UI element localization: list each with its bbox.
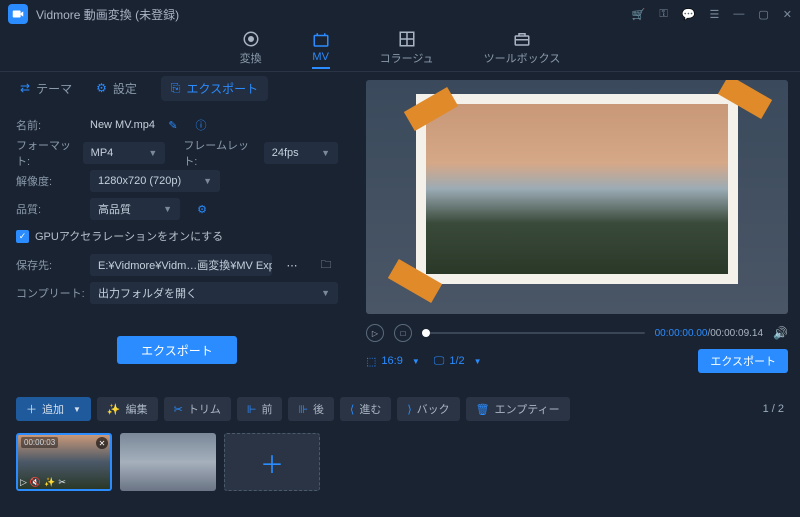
format-label: フォーマット: bbox=[16, 137, 83, 169]
clip-remove-icon[interactable]: ✕ bbox=[96, 437, 108, 449]
tab-collage[interactable]: コラージュ bbox=[380, 30, 434, 70]
name-label: 名前: bbox=[16, 117, 90, 133]
resolution-label: 解像度: bbox=[16, 173, 90, 189]
quality-select[interactable]: 高品質▼ bbox=[90, 198, 180, 220]
tab-mv[interactable]: MV bbox=[312, 31, 330, 69]
quality-label: 品質: bbox=[16, 201, 90, 217]
info-icon[interactable]: ⓘ bbox=[191, 115, 211, 135]
subtab-settings[interactable]: ⚙設定 bbox=[96, 80, 137, 97]
menu-icon[interactable]: ☰ bbox=[710, 8, 720, 21]
minimize-button[interactable]: — bbox=[733, 8, 744, 21]
clip-mute-icon[interactable]: 🔇 bbox=[30, 477, 41, 488]
name-value: New MV.mp4 bbox=[90, 119, 155, 131]
clip-cut-icon[interactable]: ✂ bbox=[58, 477, 66, 488]
add-clip-button[interactable]: ＋ bbox=[224, 433, 320, 491]
complete-label: コンプリート: bbox=[16, 285, 90, 301]
tab-toolbox-label: ツールボックス bbox=[484, 50, 561, 66]
framerate-label: フレームレット: bbox=[183, 137, 253, 169]
close-button[interactable]: ✕ bbox=[783, 8, 792, 21]
format-select[interactable]: MP4▼ bbox=[83, 142, 166, 164]
chat-icon[interactable]: 💬 bbox=[682, 8, 696, 21]
page-indicator: 1 / 2 bbox=[763, 403, 784, 415]
complete-select[interactable]: 出力フォルダを開く▼ bbox=[90, 282, 338, 304]
quality-settings-icon[interactable]: ⚙ bbox=[192, 199, 212, 219]
key-icon[interactable]: ⚿ bbox=[659, 8, 667, 21]
subtab-export[interactable]: ⎘エクスポート bbox=[161, 76, 268, 101]
cart-icon[interactable]: 🛒 bbox=[632, 8, 646, 21]
time-display: 00:00:00.00/00:00:09.14 bbox=[655, 328, 763, 339]
save-path-label: 保存先: bbox=[16, 257, 90, 273]
add-button[interactable]: ＋追加▼ bbox=[16, 397, 91, 421]
after-button[interactable]: ⊪後 bbox=[288, 397, 334, 421]
aspect-ratio-select[interactable]: ⬚16:9▼ bbox=[366, 355, 420, 368]
clip-duration-label: 00:00:03 bbox=[21, 437, 58, 448]
browse-path-button[interactable]: ⋯ bbox=[278, 259, 308, 272]
back-button[interactable]: ⟩バック bbox=[397, 397, 459, 421]
preview-area: ＋ ＋ bbox=[366, 80, 788, 314]
clip-effects-icon[interactable]: ✨ bbox=[44, 477, 55, 488]
clip-thumbnail[interactable] bbox=[120, 433, 216, 491]
gpu-accel-checkbox[interactable]: ✓ bbox=[16, 230, 29, 243]
export-button-preview[interactable]: エクスポート bbox=[698, 349, 788, 373]
app-title: Vidmore 動画変換 (未登録) bbox=[36, 6, 632, 23]
tab-collage-label: コラージュ bbox=[380, 50, 434, 66]
clip-thumbnail[interactable]: 00:00:03 ✕ ▷ 🔇 ✨ ✂ bbox=[16, 433, 112, 491]
app-logo bbox=[8, 4, 28, 24]
empty-button[interactable]: 🗑エンプティー bbox=[466, 397, 570, 421]
gpu-accel-label: GPUアクセラレーションをオンにする bbox=[35, 228, 223, 244]
clip-play-icon[interactable]: ▷ bbox=[20, 477, 27, 488]
volume-icon[interactable]: 🔊 bbox=[773, 326, 788, 340]
stop-button[interactable]: □ bbox=[394, 324, 412, 342]
tab-mv-label: MV bbox=[312, 51, 329, 63]
open-folder-icon[interactable]: 🗀 bbox=[314, 254, 338, 276]
trim-button[interactable]: ✂トリム bbox=[164, 397, 231, 421]
scrub-bar[interactable] bbox=[422, 332, 645, 334]
export-button[interactable]: エクスポート bbox=[117, 336, 237, 364]
display-page-select[interactable]: 🖵1/2▼ bbox=[434, 355, 482, 368]
framerate-select[interactable]: 24fps▼ bbox=[264, 142, 338, 164]
play-button[interactable]: ▷ bbox=[366, 324, 384, 342]
before-button[interactable]: ⊩前 bbox=[237, 397, 283, 421]
save-path-value: E:¥Vidmore¥Vidm…画変換¥MV Exported bbox=[90, 254, 272, 276]
edit-button[interactable]: ✨編集 bbox=[97, 397, 158, 421]
subtab-theme[interactable]: ⇄テーマ bbox=[20, 80, 72, 97]
tab-toolbox[interactable]: ツールボックス bbox=[484, 30, 561, 70]
edit-name-icon[interactable]: ✎ bbox=[163, 115, 183, 135]
maximize-button[interactable]: ▢ bbox=[758, 8, 768, 21]
tab-convert-label: 変換 bbox=[240, 50, 262, 66]
tab-convert[interactable]: 変換 bbox=[240, 30, 262, 70]
forward-button[interactable]: ⟨進む bbox=[340, 397, 391, 421]
resolution-select[interactable]: 1280x720 (720p)▼ bbox=[90, 170, 220, 192]
